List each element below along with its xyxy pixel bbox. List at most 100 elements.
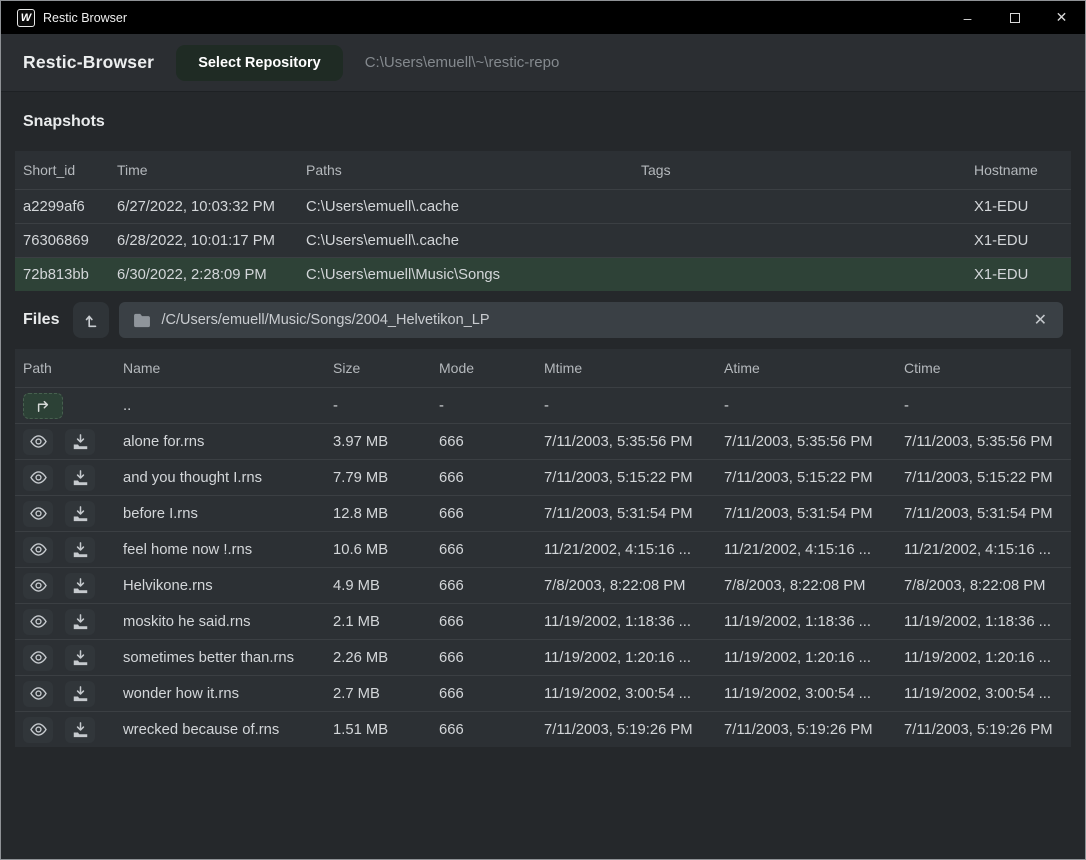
download-file-button[interactable]	[65, 537, 95, 563]
snapshot-row-selected[interactable]: 72b813bb 6/30/2022, 2:28:09 PM C:\Users\…	[15, 257, 1071, 291]
folder-icon	[133, 313, 151, 328]
col-size: Size	[333, 360, 439, 376]
snapshot-paths: C:\Users\emuell\.cache	[306, 233, 641, 249]
download-file-button[interactable]	[65, 429, 95, 455]
file-row: and you thought I.rns 7.79 MB 666 7/11/2…	[15, 459, 1071, 495]
eye-icon	[29, 722, 48, 737]
file-size: 2.26 MB	[333, 650, 439, 666]
col-path: Path	[23, 360, 123, 376]
download-file-button[interactable]	[65, 573, 95, 599]
file-mtime: 7/11/2003, 5:31:54 PM	[544, 506, 724, 522]
snapshot-hostname: X1-EDU	[974, 267, 1063, 283]
col-atime: Atime	[724, 360, 904, 376]
file-name[interactable]: sometimes better than.rns	[123, 650, 333, 666]
file-mtime: -	[544, 398, 724, 414]
snapshot-row[interactable]: 76306869 6/28/2022, 10:01:17 PM C:\Users…	[15, 223, 1071, 257]
file-name[interactable]: ..	[123, 398, 333, 414]
app-window: W Restic Browser – ✕ Restic-Browser Sele…	[0, 0, 1086, 860]
file-atime: 11/19/2002, 1:18:36 ...	[724, 614, 904, 630]
file-ctime: 7/8/2003, 8:22:08 PM	[904, 578, 1063, 594]
download-icon	[72, 434, 89, 450]
row-actions	[23, 501, 123, 527]
preview-file-button[interactable]	[23, 717, 53, 743]
snapshot-short-id: 72b813bb	[23, 267, 117, 283]
snapshot-paths: C:\Users\emuell\.cache	[306, 199, 641, 215]
maximize-button[interactable]	[991, 1, 1038, 34]
snapshot-hostname: X1-EDU	[974, 199, 1063, 215]
file-size: 12.8 MB	[333, 506, 439, 522]
row-actions	[23, 465, 123, 491]
file-mtime: 11/21/2002, 4:15:16 ...	[544, 542, 724, 558]
files-table: Path Name Size Mode Mtime Atime Ctime ..	[15, 349, 1071, 747]
files-bar: Files /C/Users/emuell/Music/Songs/2004_H…	[1, 291, 1085, 349]
file-name[interactable]: wonder how it.rns	[123, 686, 333, 702]
file-row: wrecked because of.rns 1.51 MB 666 7/11/…	[15, 711, 1071, 747]
preview-file-button[interactable]	[23, 465, 53, 491]
download-file-button[interactable]	[65, 501, 95, 527]
file-mtime: 11/19/2002, 1:20:16 ...	[544, 650, 724, 666]
file-name[interactable]: and you thought I.rns	[123, 470, 333, 486]
file-row: before I.rns 12.8 MB 666 7/11/2003, 5:31…	[15, 495, 1071, 531]
file-name[interactable]: Helvikone.rns	[123, 578, 333, 594]
download-file-button[interactable]	[65, 465, 95, 491]
file-mode: -	[439, 398, 544, 414]
row-actions	[23, 609, 123, 635]
file-mode: 666	[439, 650, 544, 666]
file-ctime: 11/19/2002, 1:20:16 ...	[904, 650, 1063, 666]
snapshot-row[interactable]: a2299af6 6/27/2022, 10:03:32 PM C:\Users…	[15, 189, 1071, 223]
file-mode: 666	[439, 470, 544, 486]
current-path-bar[interactable]: /C/Users/emuell/Music/Songs/2004_Helveti…	[119, 302, 1063, 338]
eye-icon	[29, 506, 48, 521]
download-icon	[72, 578, 89, 594]
download-file-button[interactable]	[65, 609, 95, 635]
col-ctime: Ctime	[904, 360, 1063, 376]
file-mtime: 11/19/2002, 3:00:54 ...	[544, 686, 724, 702]
preview-file-button[interactable]	[23, 609, 53, 635]
file-mode: 666	[439, 722, 544, 738]
row-actions	[23, 573, 123, 599]
minimize-icon: –	[964, 10, 972, 26]
col-name: Name	[123, 360, 333, 376]
preview-file-button[interactable]	[23, 645, 53, 671]
parent-directory-icon	[34, 399, 52, 413]
col-hostname: Hostname	[974, 162, 1063, 178]
select-repository-button[interactable]: Select Repository	[176, 45, 343, 81]
file-name[interactable]: wrecked because of.rns	[123, 722, 333, 738]
file-mtime: 7/11/2003, 5:15:22 PM	[544, 470, 724, 486]
col-paths: Paths	[306, 162, 641, 178]
file-mode: 666	[439, 578, 544, 594]
row-actions	[23, 393, 123, 419]
files-table-header: Path Name Size Mode Mtime Atime Ctime	[15, 349, 1071, 387]
file-mode: 666	[439, 434, 544, 450]
minimize-button[interactable]: –	[944, 1, 991, 34]
preview-file-button[interactable]	[23, 681, 53, 707]
close-icon: ✕	[1056, 9, 1068, 26]
download-file-button[interactable]	[65, 681, 95, 707]
download-file-button[interactable]	[65, 717, 95, 743]
download-file-button[interactable]	[65, 645, 95, 671]
preview-file-button[interactable]	[23, 573, 53, 599]
file-name[interactable]: alone for.rns	[123, 434, 333, 450]
file-name[interactable]: moskito he said.rns	[123, 614, 333, 630]
close-button[interactable]: ✕	[1038, 1, 1085, 34]
file-atime: 7/11/2003, 5:31:54 PM	[724, 506, 904, 522]
file-ctime: -	[904, 398, 1063, 414]
col-time: Time	[117, 162, 306, 178]
go-parent-directory-button[interactable]	[23, 393, 63, 419]
preview-file-button[interactable]	[23, 537, 53, 563]
file-size: -	[333, 398, 439, 414]
file-atime: 11/19/2002, 3:00:54 ...	[724, 686, 904, 702]
file-ctime: 7/11/2003, 5:31:54 PM	[904, 506, 1063, 522]
row-actions	[23, 537, 123, 563]
file-ctime: 11/21/2002, 4:15:16 ...	[904, 542, 1063, 558]
preview-file-button[interactable]	[23, 501, 53, 527]
preview-file-button[interactable]	[23, 429, 53, 455]
file-name[interactable]: before I.rns	[123, 506, 333, 522]
file-row: feel home now !.rns 10.6 MB 666 11/21/20…	[15, 531, 1071, 567]
file-atime: 11/21/2002, 4:15:16 ...	[724, 542, 904, 558]
go-up-level-button[interactable]	[73, 302, 109, 338]
eye-icon	[29, 686, 48, 701]
file-name[interactable]: feel home now !.rns	[123, 542, 333, 558]
file-size: 10.6 MB	[333, 542, 439, 558]
clear-path-button[interactable]: ✕	[1032, 310, 1049, 330]
